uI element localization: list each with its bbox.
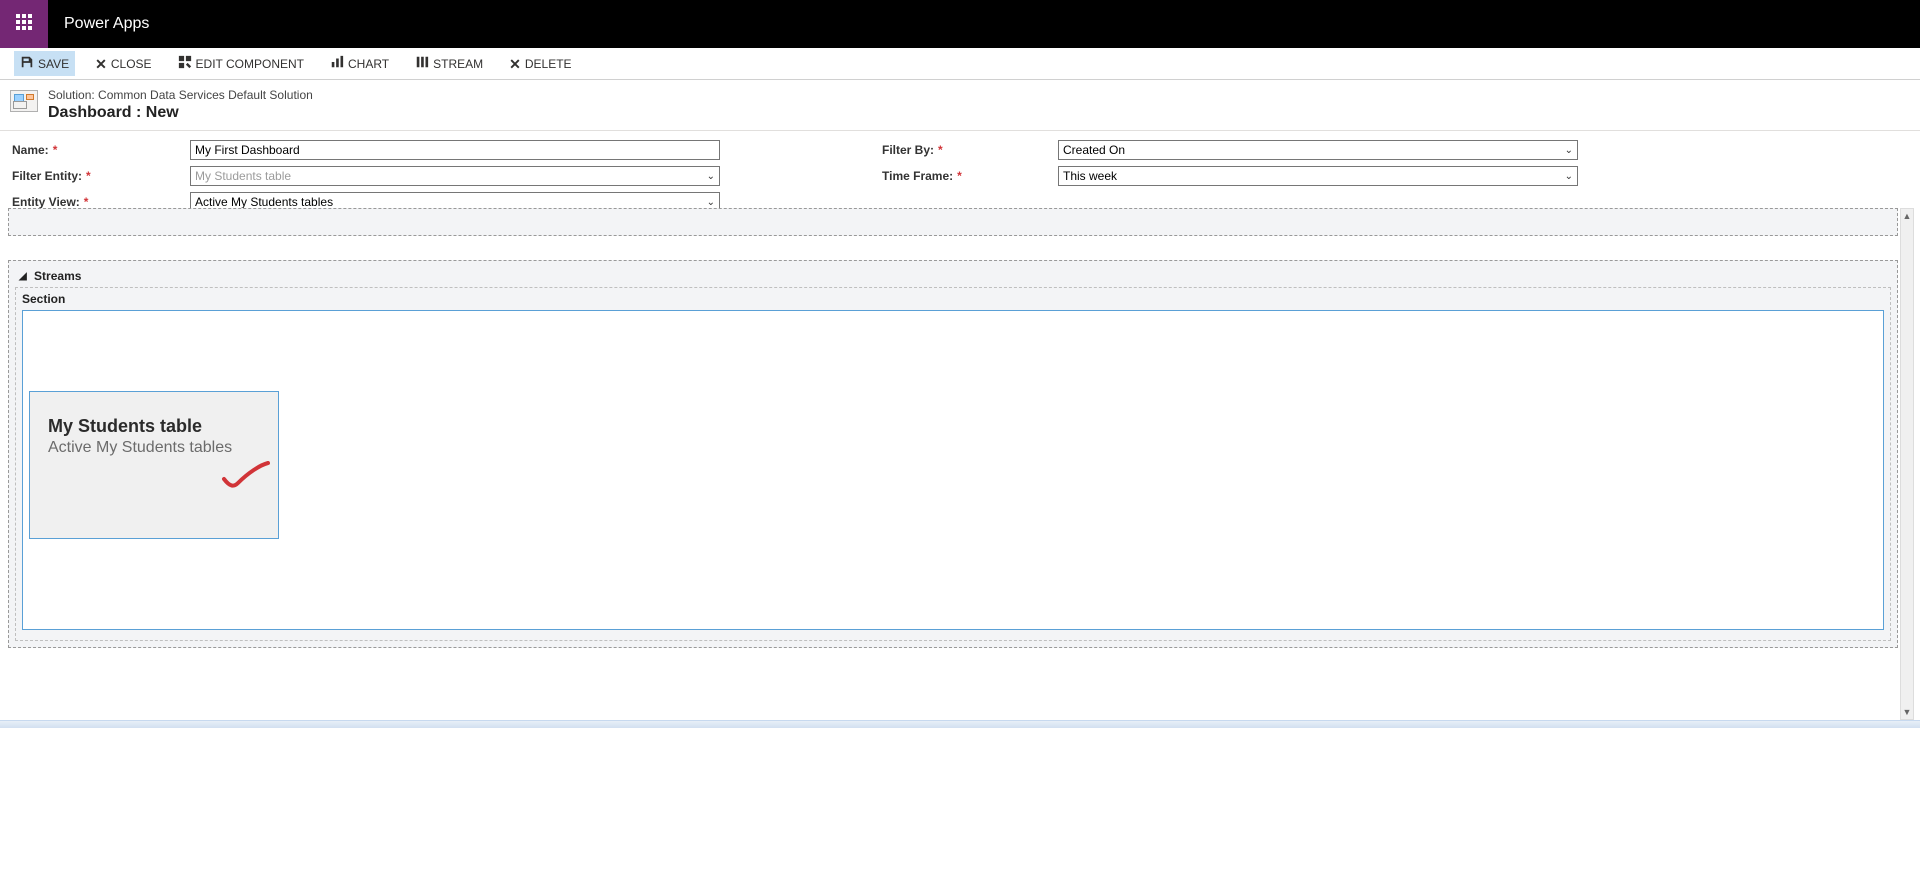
stream-card-title: My Students table: [48, 416, 260, 437]
label-entity-view: Entity View:*: [12, 195, 190, 209]
edit-component-button[interactable]: EDIT COMPONENT: [172, 51, 310, 76]
stream-button[interactable]: STREAM: [409, 51, 489, 76]
toolbar: SAVE ✕ CLOSE EDIT COMPONENT CHART STREAM…: [0, 48, 1920, 80]
delete-button[interactable]: ✕ DELETE: [503, 53, 577, 75]
edit-component-icon: [178, 55, 192, 72]
status-bar: [0, 720, 1920, 728]
chevron-down-icon: ⌄: [1565, 145, 1573, 156]
time-frame-value: This week: [1063, 169, 1117, 183]
collapse-triangle-icon: ◢: [19, 271, 27, 282]
stream-label: STREAM: [433, 57, 483, 71]
label-filter-by: Filter By:*: [882, 143, 1058, 157]
component-placeholder-top[interactable]: [8, 208, 1898, 236]
brand-title: Power Apps: [64, 15, 149, 33]
label-filter-entity: Filter Entity:*: [12, 169, 190, 183]
name-input[interactable]: [190, 140, 720, 160]
app-launcher-button[interactable]: [0, 0, 48, 48]
stream-card-subtitle: Active My Students tables: [48, 439, 260, 457]
label-time-frame: Time Frame:*: [882, 169, 1058, 183]
section-label: Section: [22, 292, 1884, 310]
design-canvas: ◢ Streams Section My Students table Acti…: [8, 208, 1898, 720]
scroll-down-icon: ▼: [1901, 705, 1913, 719]
stream-card[interactable]: My Students table Active My Students tab…: [29, 391, 279, 539]
entity-view-value: Active My Students tables: [195, 195, 333, 209]
solution-line: Solution: Common Data Services Default S…: [48, 88, 313, 102]
label-name: Name:*: [12, 143, 190, 157]
page-header: Solution: Common Data Services Default S…: [0, 80, 1920, 131]
section-drop-area[interactable]: My Students table Active My Students tab…: [22, 310, 1884, 630]
filter-entity-dropdown[interactable]: My Students table ⌄: [190, 166, 720, 186]
chevron-down-icon: ⌄: [1565, 171, 1573, 182]
delete-icon: ✕: [509, 57, 521, 71]
streams-header[interactable]: ◢ Streams: [15, 269, 1891, 287]
vertical-scrollbar[interactable]: ▲ ▼: [1900, 208, 1914, 720]
section-panel: Section My Students table Active My Stud…: [15, 287, 1891, 641]
chart-button[interactable]: CHART: [324, 51, 395, 76]
scroll-up-icon: ▲: [1901, 209, 1913, 223]
streams-panel: ◢ Streams Section My Students table Acti…: [8, 260, 1898, 648]
edit-component-label: EDIT COMPONENT: [196, 57, 304, 71]
stream-icon: [415, 55, 429, 72]
chevron-down-icon: ⌄: [707, 171, 715, 182]
filter-by-dropdown[interactable]: Created On ⌄: [1058, 140, 1578, 160]
save-icon: [20, 55, 34, 72]
close-icon: ✕: [95, 57, 107, 71]
filter-by-value: Created On: [1063, 143, 1125, 157]
time-frame-dropdown[interactable]: This week ⌄: [1058, 166, 1578, 186]
close-label: CLOSE: [111, 57, 152, 71]
checkmark-annotation-icon: [220, 461, 270, 496]
chart-icon: [330, 55, 344, 72]
filter-entity-value: My Students table: [195, 169, 291, 183]
delete-label: DELETE: [525, 57, 572, 71]
topbar: Power Apps: [0, 0, 1920, 48]
page-title: Dashboard : New: [48, 104, 313, 122]
save-button[interactable]: SAVE: [14, 51, 75, 76]
waffle-icon: [16, 14, 32, 35]
save-label: SAVE: [38, 57, 69, 71]
close-button[interactable]: ✕ CLOSE: [89, 53, 157, 75]
chevron-down-icon: ⌄: [707, 197, 715, 208]
chart-label: CHART: [348, 57, 389, 71]
dashboard-thumb-icon: [10, 90, 38, 112]
